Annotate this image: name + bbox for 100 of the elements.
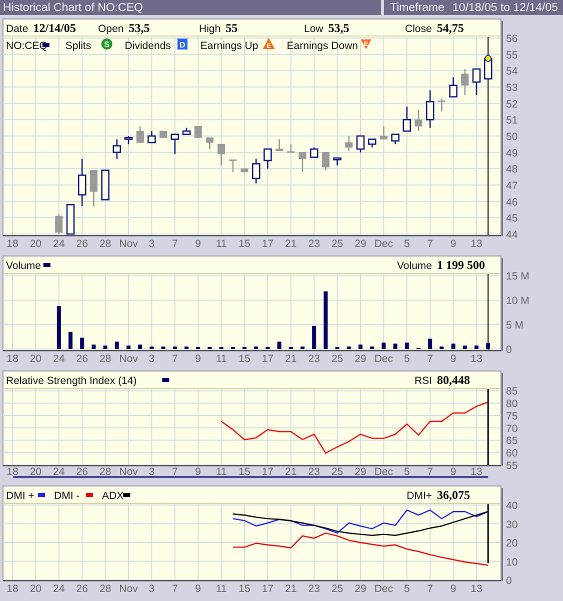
tick-label: 10 M	[506, 295, 530, 308]
tick-label: 56	[506, 33, 518, 45]
legend-label: Earnings Up	[200, 40, 258, 52]
tick-label: 80	[506, 398, 518, 410]
axis-label: 20	[30, 238, 42, 250]
candlestick	[78, 158, 86, 206]
candlestick	[310, 147, 318, 158]
axis-label: 24	[53, 238, 65, 250]
tick-label: 20	[506, 538, 518, 550]
tick-label: 5 M	[506, 320, 524, 332]
tick-label: 49	[506, 147, 518, 160]
axis-label: 23	[308, 466, 320, 478]
tick-label: 10	[506, 556, 518, 568]
axis-label: 28	[99, 583, 112, 595]
cursor-marker-icon	[484, 54, 492, 62]
axis-label: 5	[404, 583, 410, 595]
candlestick	[170, 134, 180, 154]
axis-label: 24	[53, 583, 65, 595]
legend-label: DMI +	[6, 490, 34, 502]
legend-label: Dividends	[124, 40, 171, 52]
volume-bar	[126, 346, 130, 349]
candlestick	[194, 126, 202, 138]
candlestick	[438, 98, 446, 112]
axis-label: 18	[6, 353, 18, 365]
axis-label: 29	[354, 583, 366, 595]
readout-label: DMI+	[406, 490, 432, 502]
readout-value: 1 199 500	[437, 258, 485, 272]
volume-bar	[56, 306, 61, 349]
axis-label: 9	[195, 353, 202, 365]
candlestick	[461, 69, 469, 96]
axis-label: 21	[285, 583, 297, 595]
volume-bar	[103, 346, 108, 349]
tick-label: 48	[506, 164, 518, 176]
candlestick	[391, 134, 400, 144]
axis-label: 26	[76, 583, 88, 595]
volume-bar	[68, 332, 72, 349]
volume-bar	[324, 291, 328, 349]
volume-bar	[358, 344, 362, 349]
axis-label: 20	[30, 466, 42, 478]
axis-label: 25	[331, 353, 344, 365]
volume-bar	[440, 346, 444, 349]
volume-bar	[382, 342, 386, 349]
axis-label: 23	[308, 583, 320, 595]
quote-value: 55	[226, 21, 238, 35]
axis-label: 17	[262, 353, 274, 365]
candlestick	[449, 77, 458, 98]
axis-label: 18	[6, 466, 18, 478]
axis-label: 29	[354, 353, 366, 365]
quote-label: Low	[304, 23, 324, 35]
timeframe-label: Timeframe	[390, 0, 445, 14]
readout-value: 36,075	[437, 488, 470, 502]
candlestick	[112, 139, 122, 159]
tick-label: 65	[506, 435, 518, 448]
tick-label: 55	[506, 460, 518, 472]
axis-label: 5	[404, 466, 410, 478]
axis-label: 7	[427, 238, 434, 250]
quote-value: 53,5	[328, 21, 350, 35]
quote-label: Close	[405, 23, 432, 35]
candlestick	[55, 214, 63, 234]
axis-label: 23	[308, 353, 320, 365]
axis-label: 18	[6, 238, 18, 250]
tick-label: 52	[506, 98, 518, 110]
axis-label: 7	[427, 583, 434, 595]
axis-label: 21	[285, 466, 297, 478]
axis-label: 3	[148, 583, 155, 595]
axis-label: 17	[262, 583, 274, 595]
axis-label: 26	[76, 238, 88, 250]
tick-label: 54	[506, 66, 518, 78]
axis-label: Dec	[374, 466, 394, 478]
legend-label: Earnings Down	[286, 40, 358, 52]
candlestick	[229, 159, 237, 172]
candlestick	[206, 137, 214, 150]
candlestick	[402, 106, 412, 132]
quote-value: 53,5	[128, 21, 150, 35]
axis-label: Dec	[374, 353, 394, 365]
volume-bar	[161, 346, 166, 349]
dividends-badge: D	[176, 38, 188, 50]
axis-label: Nov	[119, 583, 138, 595]
readout-value: 80,448	[437, 373, 470, 387]
volume-bar	[451, 344, 456, 349]
tick-label: 46	[506, 196, 518, 208]
candlestick	[368, 138, 376, 148]
candlestick	[333, 157, 342, 166]
tick-label: 0	[506, 575, 512, 587]
volume-bar	[150, 346, 154, 349]
candlestick	[160, 130, 168, 138]
tick-label: 30	[506, 518, 518, 531]
volume-bar	[138, 344, 142, 349]
candlestick	[414, 110, 422, 132]
axis-label: Dec	[374, 583, 394, 595]
axis-label: 7	[172, 466, 178, 478]
candlestick	[264, 148, 272, 169]
axis-label: 18	[6, 583, 18, 595]
quote-value: 54,75	[436, 21, 464, 35]
tick-label: 0	[506, 344, 512, 356]
axis-label: 9	[450, 353, 456, 365]
tick-label: 51	[506, 114, 518, 127]
candlestick	[218, 144, 226, 166]
axis-label: 3	[148, 238, 155, 250]
axis-label: 9	[450, 583, 456, 595]
